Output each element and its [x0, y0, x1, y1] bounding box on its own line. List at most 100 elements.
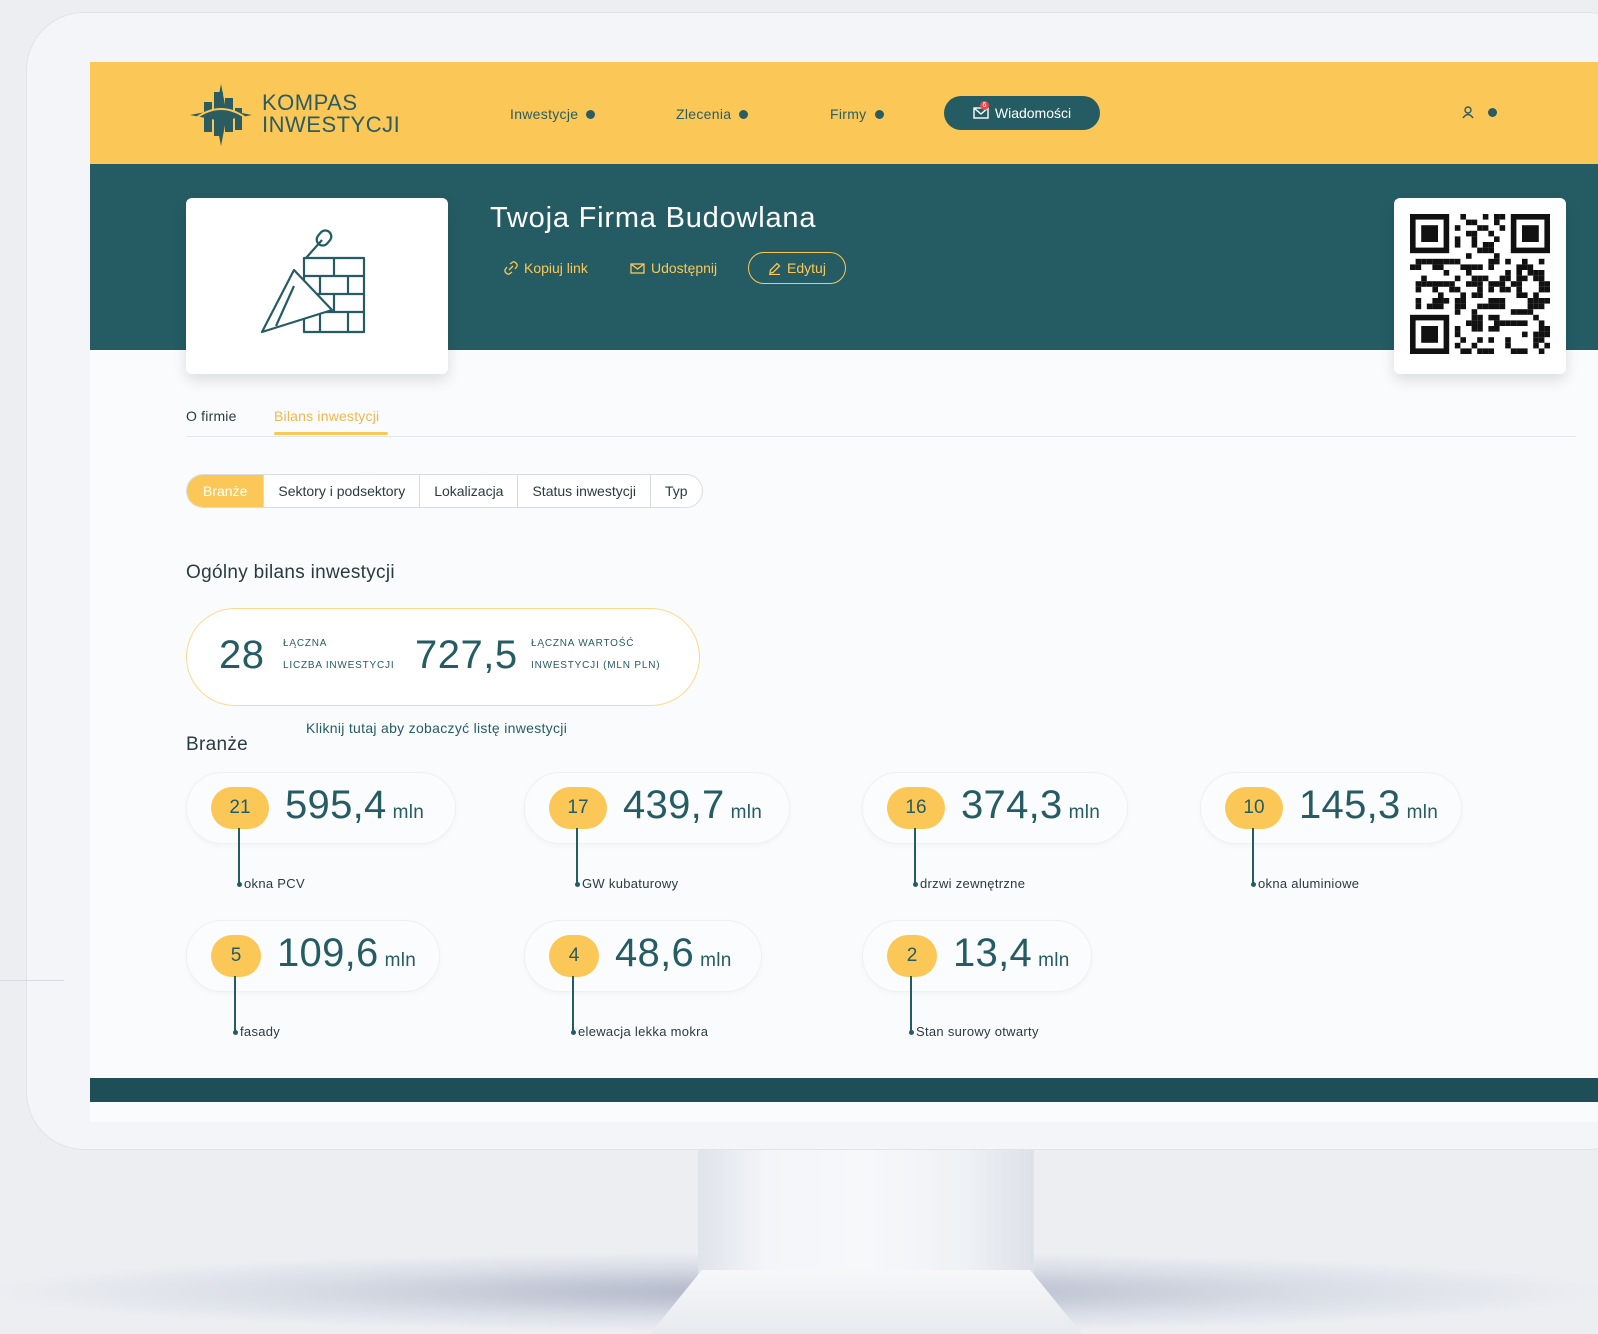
label-connector [1252, 828, 1254, 884]
investment-count-pill: 10 [1225, 787, 1283, 829]
nav-label: Firmy [830, 106, 867, 122]
investment-value-number: 48,6 [615, 931, 695, 975]
investment-value-unit: mln [384, 950, 417, 971]
investment-value-number: 13,4 [953, 931, 1033, 975]
investment-value-number: 109,6 [277, 931, 379, 975]
investment-value: 595,4 mln [285, 783, 424, 828]
brand-logo[interactable]: KOMPAS INWESTYCJI [186, 80, 400, 150]
segment-status[interactable]: Status inwestycji [518, 475, 651, 507]
messages-badge: 6 [980, 101, 989, 110]
nav-firmy[interactable]: Firmy [830, 106, 884, 122]
monitor-frame: KOMPAS INWESTYCJI Inwestycje Zlecenia Fi… [26, 12, 1598, 1150]
pencil-icon [769, 262, 781, 275]
app-screen: KOMPAS INWESTYCJI Inwestycje Zlecenia Fi… [90, 62, 1598, 1122]
total-count: 28 [219, 633, 265, 677]
label-connector-dot [1251, 882, 1256, 887]
industry-label: elewacja lekka mokra [578, 1024, 709, 1039]
label-connector [572, 976, 574, 1032]
label-connector-dot [233, 1030, 238, 1035]
top-navbar: KOMPAS INWESTYCJI Inwestycje Zlecenia Fi… [90, 62, 1598, 164]
label-connector-dot [913, 882, 918, 887]
dropdown-dot-icon [1488, 108, 1497, 117]
copy-link-button[interactable]: Kopiuj link [504, 260, 588, 276]
label-connector-dot [571, 1030, 576, 1035]
city-compass-icon [190, 84, 252, 146]
investment-value-unit: mln [730, 802, 763, 823]
investment-value-number: 145,3 [1299, 783, 1401, 827]
industry-stat-card[interactable]: 21 595,4 mln [186, 772, 456, 844]
industry-stat-card[interactable]: 16 374,3 mln [862, 772, 1128, 844]
messages-button[interactable]: 6 Wiadomości [944, 96, 1100, 130]
share-label: Udostępnij [651, 260, 718, 276]
investment-value-number: 439,7 [623, 783, 725, 827]
investments-list-link[interactable]: Kliknij tutaj aby zobaczyć listę inwesty… [306, 720, 567, 736]
industry-stat-card[interactable]: 4 48,6 mln [524, 920, 762, 992]
investment-value-unit: mln [1038, 950, 1070, 971]
qr-code-card[interactable] [1394, 198, 1566, 374]
tabs-divider [186, 436, 1576, 437]
user-menu[interactable] [1462, 106, 1497, 119]
investment-value: 439,7 mln [623, 783, 762, 828]
segment-branze[interactable]: Branże [187, 475, 265, 507]
industry-stat-card[interactable]: 10 145,3 mln [1200, 772, 1462, 844]
segment-sektory[interactable]: Sektory i podsektory [264, 475, 421, 507]
industry-label: okna PCV [244, 876, 305, 891]
nav-label: Inwestycje [510, 106, 579, 122]
brand-line-2: INWESTYCJI [262, 112, 401, 137]
industry-label: okna aluminiowe [1258, 876, 1360, 891]
industry-stat-card[interactable]: 17 439,7 mln [524, 772, 790, 844]
investment-count-pill: 2 [887, 935, 937, 977]
total-value: 727,5 [415, 633, 518, 677]
brand-line-1: KOMPAS [262, 90, 358, 115]
share-button[interactable]: Udostępnij [630, 260, 717, 276]
investment-count-pill: 21 [211, 787, 269, 829]
envelope-icon [630, 262, 645, 274]
label-connector [914, 828, 916, 884]
total-value-label-2: inwestycji (mln pln) [531, 660, 661, 671]
summary-card: 28 łączna liczba inwestycji 727,5 łączna… [186, 608, 700, 706]
label-connector [238, 828, 240, 884]
investment-value: 374,3 mln [961, 783, 1100, 828]
nav-inwestycje[interactable]: Inwestycje [510, 106, 596, 122]
label-connector [910, 976, 912, 1032]
tab-o-firmie[interactable]: O firmie [186, 408, 237, 424]
dropdown-dot-icon [739, 109, 749, 119]
company-logo-card [186, 198, 448, 374]
messages-label: Wiadomości [994, 105, 1072, 121]
qr-code-icon [1410, 214, 1550, 354]
monitor-stand-base [650, 1270, 1082, 1334]
nav-zlecenia[interactable]: Zlecenia [676, 106, 749, 122]
active-tab-indicator [274, 432, 388, 435]
industry-stat-card[interactable]: 2 13,4 mln [862, 920, 1092, 992]
investment-value: 145,3 mln [1299, 783, 1438, 828]
investment-value: 13,4 mln [953, 931, 1070, 976]
industry-label: GW kubaturowy [582, 876, 679, 891]
investment-value-unit: mln [700, 950, 732, 971]
segment-lokalizacja[interactable]: Lokalizacja [420, 475, 519, 507]
tab-bilans-inwestycji[interactable]: Bilans inwestycji [274, 408, 379, 424]
total-value-label-1: łączna wartość [531, 638, 635, 649]
company-title: Twoja Firma Budowlana [490, 202, 817, 234]
investment-value-number: 595,4 [285, 783, 387, 827]
nav-label: Zlecenia [676, 106, 732, 122]
industry-stat-card[interactable]: 5 109,6 mln [186, 920, 440, 992]
label-connector-dot [575, 882, 580, 887]
label-connector [234, 976, 236, 1032]
edit-label: Edytuj [787, 260, 826, 276]
segment-typ[interactable]: Typ [651, 475, 702, 507]
investment-value-number: 374,3 [961, 783, 1063, 827]
brick-trowel-icon [260, 229, 366, 334]
label-connector [576, 828, 578, 884]
investment-value: 109,6 mln [277, 931, 416, 976]
investment-value-unit: mln [392, 802, 425, 823]
dropdown-dot-icon [874, 109, 884, 119]
investment-value-unit: mln [1406, 802, 1439, 823]
link-icon [504, 261, 518, 275]
footer-bar [90, 1078, 1598, 1102]
investment-value: 48,6 mln [615, 931, 732, 976]
investment-count-pill: 4 [549, 935, 599, 977]
edit-button[interactable]: Edytuj [748, 252, 846, 284]
total-count-label-1: łączna [283, 638, 328, 649]
total-count-label: łączna liczba inwestycji [283, 633, 394, 677]
investment-count-pill: 16 [887, 787, 945, 829]
